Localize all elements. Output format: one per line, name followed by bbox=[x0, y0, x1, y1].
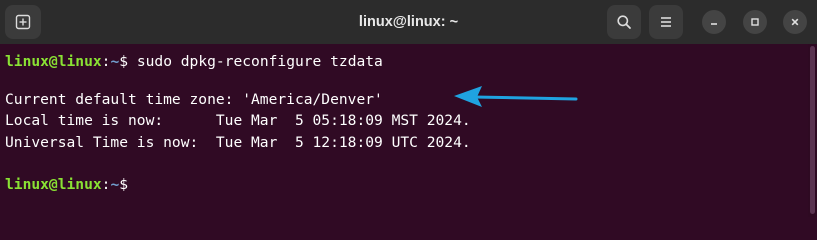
prompt-line: linux@linux:~$ bbox=[5, 174, 128, 196]
prompt-symbol: $ bbox=[119, 176, 129, 193]
menu-button[interactable] bbox=[649, 5, 683, 39]
prompt-symbol: $ bbox=[119, 53, 129, 70]
prompt-path: ~ bbox=[110, 176, 120, 193]
scrollbar-thumb[interactable] bbox=[810, 46, 815, 214]
close-button[interactable] bbox=[783, 10, 807, 34]
output-line: Local time is now: Tue Mar 5 05:18:09 MS… bbox=[5, 112, 471, 129]
output-line: Universal Time is now: Tue Mar 5 12:18:0… bbox=[5, 134, 471, 151]
close-icon bbox=[791, 18, 799, 26]
window-title: linux@linux: ~ bbox=[358, 14, 459, 30]
minimize-icon bbox=[711, 23, 717, 25]
terminal-output[interactable]: linux@linux:~$ sudo dpkg-reconfigure tzd… bbox=[0, 44, 808, 217]
search-button[interactable] bbox=[607, 5, 641, 39]
arrow-icon bbox=[454, 86, 578, 107]
hamburger-menu-icon bbox=[661, 17, 671, 27]
command-text: sudo dpkg-reconfigure tzdata bbox=[128, 53, 383, 70]
prompt-user: linux@linux bbox=[5, 53, 102, 70]
terminal-window: linux@linux: ~ linux@linux:~$ sudo dpkg-… bbox=[0, 0, 817, 217]
prompt-user: linux@linux bbox=[5, 176, 102, 193]
new-tab-button[interactable] bbox=[5, 5, 41, 39]
new-tab-icon bbox=[15, 14, 31, 30]
maximize-button[interactable] bbox=[743, 10, 767, 34]
title-bar[interactable]: linux@linux: ~ bbox=[0, 0, 817, 44]
command-line: linux@linux:~$ sudo dpkg-reconfigure tzd… bbox=[5, 51, 383, 73]
search-icon bbox=[617, 15, 631, 29]
maximize-icon bbox=[751, 18, 759, 26]
prompt-path: ~ bbox=[110, 53, 120, 70]
scrollbar[interactable] bbox=[808, 44, 817, 217]
output-line: Current default time zone: 'America/Denv… bbox=[5, 91, 383, 108]
minimize-button[interactable] bbox=[702, 10, 726, 34]
